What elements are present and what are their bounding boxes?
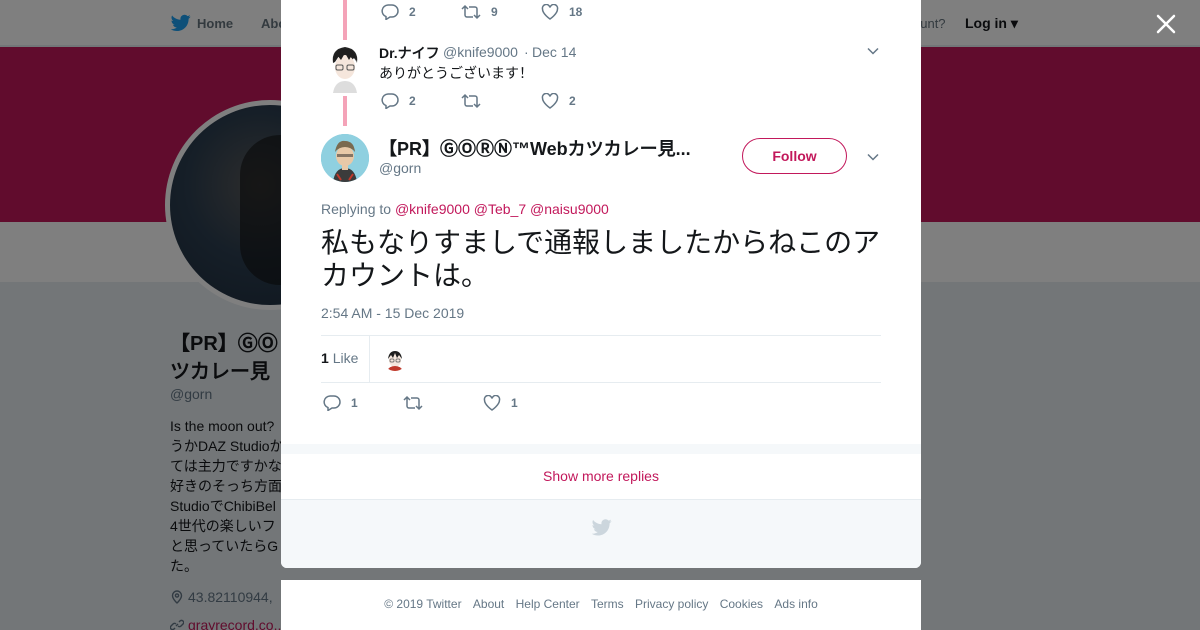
footer-about-link[interactable]: About bbox=[473, 597, 504, 611]
reply-icon bbox=[323, 395, 341, 411]
reply-button[interactable]: 1 bbox=[323, 395, 403, 411]
twitter-bird-icon bbox=[592, 519, 612, 536]
like-button[interactable]: 18 bbox=[541, 4, 621, 20]
heart-icon bbox=[483, 395, 501, 411]
chevron-down-icon[interactable] bbox=[866, 150, 880, 164]
like-label: Like bbox=[332, 350, 359, 366]
retweet-icon bbox=[461, 4, 481, 20]
like-button[interactable]: 2 bbox=[541, 93, 621, 109]
reply-author-name[interactable]: Dr.ナイフ bbox=[379, 43, 440, 63]
footer-privacy-link[interactable]: Privacy policy bbox=[635, 597, 708, 611]
thread-line bbox=[343, 96, 347, 126]
like-count: 18 bbox=[569, 5, 583, 19]
liker-avatar[interactable] bbox=[383, 347, 407, 371]
follow-button[interactable]: Follow bbox=[742, 138, 847, 174]
replying-label: Replying to bbox=[321, 201, 392, 217]
heart-icon bbox=[541, 4, 559, 20]
heart-icon bbox=[541, 93, 559, 109]
main-tweet-actions: 1 1 bbox=[323, 395, 563, 411]
tweet-text: 私もなりすましで通報しましたからねこのアカウントは。 bbox=[321, 226, 881, 292]
retweet-icon bbox=[403, 395, 423, 411]
main-author-handle[interactable]: @gorn bbox=[379, 160, 421, 176]
tweet-modal: 2 9 18 Dr.ナイフ @knife9000 · Dec 14 ありがとうご… bbox=[281, 0, 921, 568]
divider bbox=[369, 336, 370, 382]
main-author-avatar[interactable] bbox=[321, 134, 369, 182]
retweet-button[interactable]: 9 bbox=[461, 4, 541, 20]
show-more-replies-button[interactable]: Show more replies bbox=[281, 454, 921, 500]
footer-cookies-link[interactable]: Cookies bbox=[720, 597, 763, 611]
mention-link[interactable]: @knife9000 bbox=[395, 201, 470, 217]
reply-button[interactable]: 2 bbox=[381, 93, 461, 109]
modal-footer bbox=[281, 500, 921, 568]
section-gap bbox=[281, 444, 921, 454]
reply-count: 2 bbox=[409, 5, 416, 19]
like-total: 1 bbox=[321, 350, 329, 366]
retweet-button[interactable] bbox=[461, 93, 541, 109]
like-button[interactable]: 1 bbox=[483, 395, 563, 411]
reply-text: ありがとうございます！ bbox=[379, 65, 533, 81]
reply-date[interactable]: Dec 14 bbox=[532, 44, 576, 60]
like-count: 2 bbox=[569, 94, 576, 108]
close-icon[interactable] bbox=[1152, 10, 1180, 38]
footer-terms-link[interactable]: Terms bbox=[591, 597, 624, 611]
replying-to: Replying to @knife9000 @Teb_7 @naisu9000 bbox=[321, 201, 609, 217]
main-author-name[interactable]: 【PR】ⒼⓄⓇⓃ™Webカツカレー見... bbox=[379, 135, 697, 161]
likes-stat[interactable]: 1 Like bbox=[321, 350, 358, 366]
reply-count: 1 bbox=[351, 396, 358, 410]
copyright: © 2019 Twitter bbox=[384, 597, 462, 611]
reply-icon bbox=[381, 4, 399, 20]
reply-button[interactable]: 2 bbox=[381, 4, 461, 20]
prev-tweet-actions: 2 9 18 bbox=[381, 4, 621, 20]
footer-help-link[interactable]: Help Center bbox=[516, 597, 580, 611]
thread-line bbox=[343, 0, 347, 40]
chevron-down-icon[interactable] bbox=[866, 44, 880, 58]
footer-ads-link[interactable]: Ads info bbox=[774, 597, 817, 611]
user-avatar[interactable] bbox=[325, 41, 365, 93]
retweet-icon bbox=[461, 93, 481, 109]
tweet-stats: 1 Like bbox=[321, 335, 881, 383]
reply-author-handle[interactable]: @knife9000 bbox=[443, 44, 518, 60]
reply-tweet-actions: 2 2 bbox=[381, 93, 621, 109]
retweet-count: 9 bbox=[491, 5, 498, 19]
separator-dot: · bbox=[524, 44, 529, 60]
like-count: 1 bbox=[511, 396, 518, 410]
mention-link[interactable]: @naisu9000 bbox=[530, 201, 609, 217]
mention-link[interactable]: @Teb_7 bbox=[474, 201, 526, 217]
reply-count: 2 bbox=[409, 94, 416, 108]
reply-icon bbox=[381, 93, 399, 109]
page-footer: © 2019 Twitter About Help Center Terms P… bbox=[281, 580, 921, 630]
tweet-timestamp[interactable]: 2:54 AM - 15 Dec 2019 bbox=[321, 305, 464, 321]
retweet-button[interactable] bbox=[403, 395, 483, 411]
